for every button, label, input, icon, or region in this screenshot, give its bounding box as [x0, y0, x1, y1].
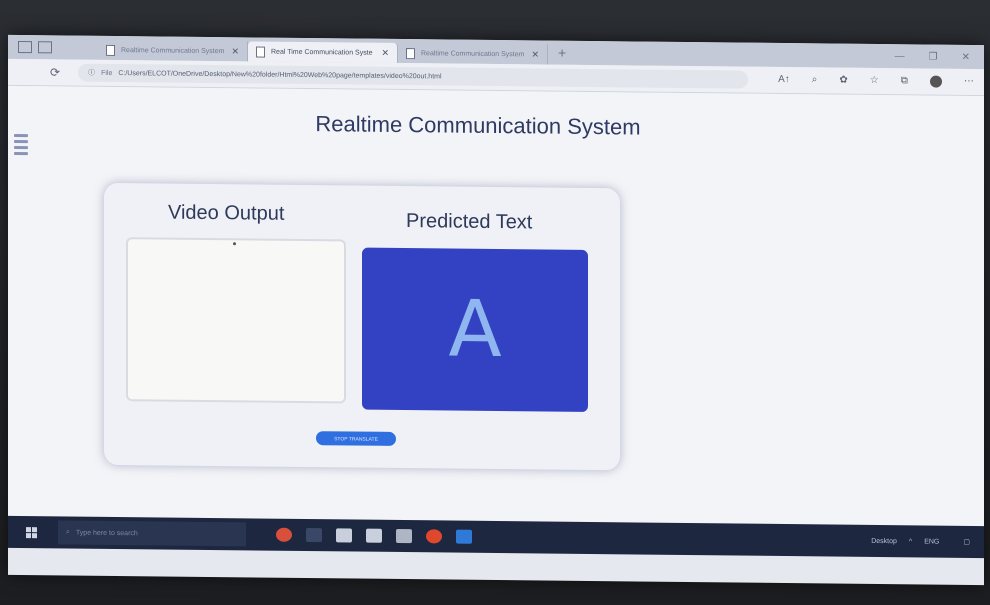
widgets-icon[interactable] — [276, 527, 292, 542]
zoom-icon[interactable]: ⌕ — [812, 74, 818, 86]
screen: Realtime Communication System ✕ Real Tim… — [8, 34, 984, 586]
language-indicator[interactable]: ENG — [924, 538, 939, 545]
tab-label: Realtime Communication System — [421, 49, 525, 58]
opera-icon[interactable] — [426, 529, 442, 544]
chevron-up-icon[interactable]: ^ — [909, 538, 912, 545]
extensions-icon[interactable]: ✿ — [839, 75, 847, 87]
menu-line — [14, 133, 28, 138]
window-controls-left — [8, 40, 98, 54]
maximize-icon[interactable]: ❐ — [929, 51, 938, 62]
close-icon[interactable]: ✕ — [531, 49, 539, 60]
refresh-icon[interactable]: ⟳ — [50, 65, 60, 79]
app-icon[interactable] — [396, 528, 412, 544]
url-field[interactable]: ⓘ File C:/Users/ELCOT/OneDrive/Desktop/N… — [78, 63, 749, 89]
read-aloud-icon[interactable]: A↑ — [778, 74, 790, 86]
system-tray: Desktop ^ ENG ▢ — [871, 537, 984, 546]
cursor-dot — [233, 242, 236, 246]
close-icon[interactable]: ✕ — [231, 46, 239, 57]
tab-actions-icon[interactable] — [38, 41, 52, 54]
tab-label: Real Time Communication Syste — [271, 48, 373, 57]
taskbar-apps — [276, 527, 472, 544]
workspaces-icon[interactable] — [18, 40, 32, 54]
edge-icon[interactable] — [456, 529, 472, 544]
url-text: C:/Users/ELCOT/OneDrive/Desktop/New%20fo… — [118, 69, 442, 80]
store-icon[interactable] — [366, 528, 382, 543]
notification-icon[interactable]: ▢ — [963, 538, 970, 546]
menu-line — [14, 145, 28, 150]
web-page: Realtime Communication System Video Outp… — [8, 85, 984, 527]
search-icon: ⌕ — [66, 528, 70, 536]
windows-start-icon[interactable] — [26, 526, 48, 538]
document-icon — [406, 47, 415, 59]
tab-2[interactable]: Real Time Communication Syste ✕ — [248, 41, 398, 63]
new-tab-button[interactable]: + — [548, 45, 576, 61]
predicted-text-panel: A — [362, 247, 588, 412]
info-icon: ⓘ — [88, 69, 96, 77]
stop-translate-button[interactable]: STOP TRANSLATE — [316, 431, 396, 446]
tab-1[interactable]: Realtime Communication System ✕ — [98, 39, 248, 62]
close-icon[interactable]: ✕ — [381, 47, 389, 58]
tab-3[interactable]: Realtime Communication System ✕ — [398, 42, 548, 65]
video-output-title: Video Output — [168, 201, 285, 225]
file-explorer-icon[interactable] — [336, 528, 352, 543]
url-scheme: File — [101, 69, 113, 77]
side-menu[interactable] — [14, 133, 32, 156]
favorites-icon[interactable]: ☆ — [870, 75, 879, 87]
taskbar-search[interactable]: ⌕ Type here to search — [58, 520, 246, 547]
window-controls: — ❐ ✕ — [895, 51, 984, 63]
tab-label: Realtime Communication System — [121, 46, 225, 55]
search-placeholder: Type here to search — [75, 529, 138, 537]
collections-icon[interactable]: ⧉ — [901, 75, 908, 87]
more-icon[interactable]: ⋯ — [964, 76, 974, 88]
minimize-icon[interactable]: — — [895, 51, 905, 62]
page-title: Realtime Communication System — [315, 111, 641, 140]
desktop-label[interactable]: Desktop — [871, 537, 897, 544]
menu-line — [14, 139, 28, 144]
browser-toolbar: A↑ ⌕ ✿ ☆ ⧉ ⋯ — [778, 74, 974, 88]
document-icon — [256, 45, 265, 58]
predicted-text-title: Predicted Text — [406, 210, 533, 234]
predicted-letter: A — [448, 284, 502, 376]
profile-avatar[interactable] — [929, 75, 942, 88]
translator-card: Video Output Predicted Text A STOP TRANS… — [104, 182, 620, 471]
document-icon — [106, 44, 115, 56]
menu-line — [14, 151, 28, 156]
task-view-icon[interactable] — [306, 528, 322, 543]
window-close-icon[interactable]: ✕ — [962, 51, 970, 62]
video-output-frame — [126, 237, 346, 404]
